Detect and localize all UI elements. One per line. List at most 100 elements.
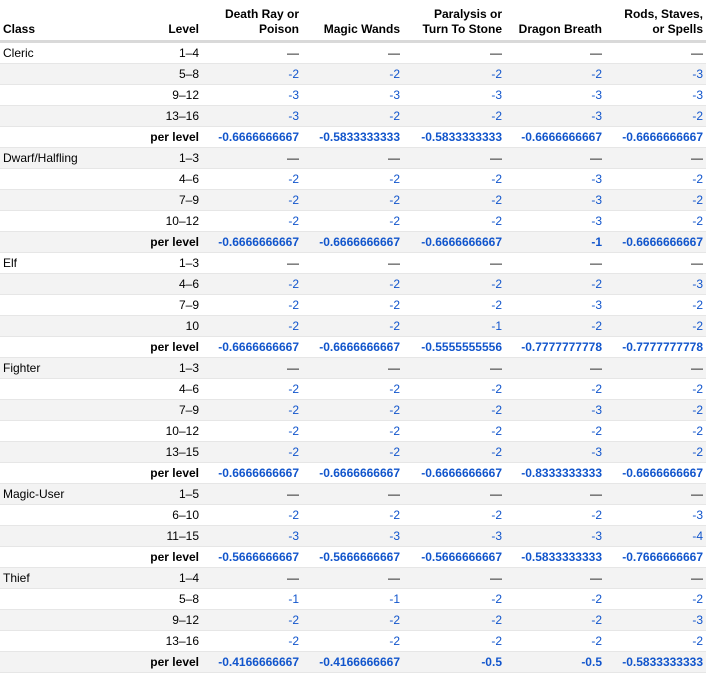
level-cell: 1–5	[122, 483, 202, 505]
value-cell: -2	[202, 609, 302, 631]
value-cell: —	[202, 567, 302, 589]
value-cell: -0.5666666667	[403, 546, 505, 568]
header-class: Class	[0, 0, 122, 43]
value-cell: —	[403, 147, 505, 169]
header-line: Paralysis or	[433, 7, 502, 21]
value-cell: -0.6666666667	[605, 126, 706, 148]
value-cell: -2	[302, 294, 403, 316]
table-row: 4–6 -2 -2 -2 -2 -3	[0, 273, 706, 295]
class-cell	[0, 105, 122, 127]
header-line: Rods, Staves,	[624, 7, 703, 21]
value-cell: -2	[505, 378, 605, 400]
level-cell: 9–12	[122, 609, 202, 631]
value-cell: -0.5	[505, 651, 605, 673]
table-row: 5–8 -1 -1 -2 -2 -2	[0, 588, 706, 610]
value-cell: —	[505, 483, 605, 505]
value-cell: —	[302, 483, 403, 505]
value-cell: -0.5833333333	[605, 651, 706, 673]
value-cell: -2	[302, 273, 403, 295]
value-cell: -2	[505, 315, 605, 337]
class-cell: Dwarf/Halfling	[0, 147, 122, 169]
table-row: 13–16 -3 -2 -2 -3 -2	[0, 105, 706, 127]
header-line: Death Ray or	[224, 7, 299, 21]
value-cell: -0.6666666667	[403, 462, 505, 484]
value-cell: -3	[505, 210, 605, 232]
table-row: Elf 1–3— — — — —	[0, 252, 706, 274]
level-cell: 10–12	[122, 210, 202, 232]
value-cell: -2	[403, 105, 505, 127]
class-cell	[0, 462, 122, 484]
level-cell: 1–4	[122, 567, 202, 589]
class-cell	[0, 420, 122, 442]
value-cell: -2	[605, 189, 706, 211]
value-cell: -0.6666666667	[605, 231, 706, 253]
value-cell: -2	[403, 294, 505, 316]
level-cell: 9–12	[122, 84, 202, 106]
value-cell: -2	[403, 420, 505, 442]
level-cell: 4–6	[122, 168, 202, 190]
table-row: per level -0.6666666667 -0.6666666667 -0.66…	[0, 462, 706, 484]
value-cell: -2	[605, 630, 706, 652]
value-cell: -2	[403, 210, 505, 232]
value-cell: -2	[505, 630, 605, 652]
value-cell: -3	[605, 84, 706, 106]
value-cell: -2	[605, 399, 706, 421]
value-cell: -2	[403, 378, 505, 400]
table-row: 9–12 -3 -3 -3 -3 -3	[0, 84, 706, 106]
value-cell: —	[505, 252, 605, 274]
level-cell: 1–4	[122, 41, 202, 64]
level-cell: 13–16	[122, 630, 202, 652]
class-cell	[0, 189, 122, 211]
value-cell: -3	[202, 105, 302, 127]
value-cell: -2	[202, 294, 302, 316]
value-cell: -2	[302, 441, 403, 463]
value-cell: -2	[302, 420, 403, 442]
class-cell	[0, 84, 122, 106]
value-cell: —	[202, 357, 302, 379]
value-cell: -0.5833333333	[403, 126, 505, 148]
header-row: Class Level Death Ray or Poison Magic Wan…	[0, 0, 706, 43]
value-cell: -0.6666666667	[605, 462, 706, 484]
level-cell: 6–10	[122, 504, 202, 526]
value-cell: -1	[403, 315, 505, 337]
value-cell: -2	[403, 630, 505, 652]
value-cell: -3	[505, 294, 605, 316]
value-cell: -2	[202, 315, 302, 337]
value-cell: -2	[302, 105, 403, 127]
value-cell: -0.5666666667	[302, 546, 403, 568]
value-cell: -2	[505, 273, 605, 295]
class-cell: Fighter	[0, 357, 122, 379]
class-cell: Thief	[0, 567, 122, 589]
value-cell: —	[403, 252, 505, 274]
table-row: per level -0.5666666667 -0.5666666667 -0.56…	[0, 546, 706, 568]
value-cell: —	[302, 357, 403, 379]
value-cell: —	[202, 483, 302, 505]
header-dragon-breath: Dragon Breath	[505, 0, 605, 43]
class-cell	[0, 609, 122, 631]
value-cell: -2	[605, 294, 706, 316]
class-cell: Magic-User	[0, 483, 122, 505]
value-cell: —	[202, 41, 302, 64]
value-cell: -2	[202, 420, 302, 442]
value-cell: -2	[302, 399, 403, 421]
value-cell: -1	[505, 231, 605, 253]
value-cell: -3	[302, 525, 403, 547]
level-cell: 13–15	[122, 441, 202, 463]
value-cell: -2	[202, 63, 302, 85]
value-cell: —	[403, 41, 505, 64]
value-cell: -2	[302, 378, 403, 400]
value-cell: —	[605, 567, 706, 589]
class-cell	[0, 588, 122, 610]
value-cell: —	[605, 483, 706, 505]
value-cell: -2	[202, 441, 302, 463]
value-cell: —	[605, 147, 706, 169]
value-cell: —	[505, 147, 605, 169]
value-cell: -0.7666666667	[605, 546, 706, 568]
value-cell: -2	[403, 504, 505, 526]
level-cell: 10–12	[122, 420, 202, 442]
value-cell: -2	[302, 168, 403, 190]
level-cell: 7–9	[122, 294, 202, 316]
value-cell: -2	[605, 441, 706, 463]
value-cell: -3	[403, 525, 505, 547]
class-cell	[0, 126, 122, 148]
